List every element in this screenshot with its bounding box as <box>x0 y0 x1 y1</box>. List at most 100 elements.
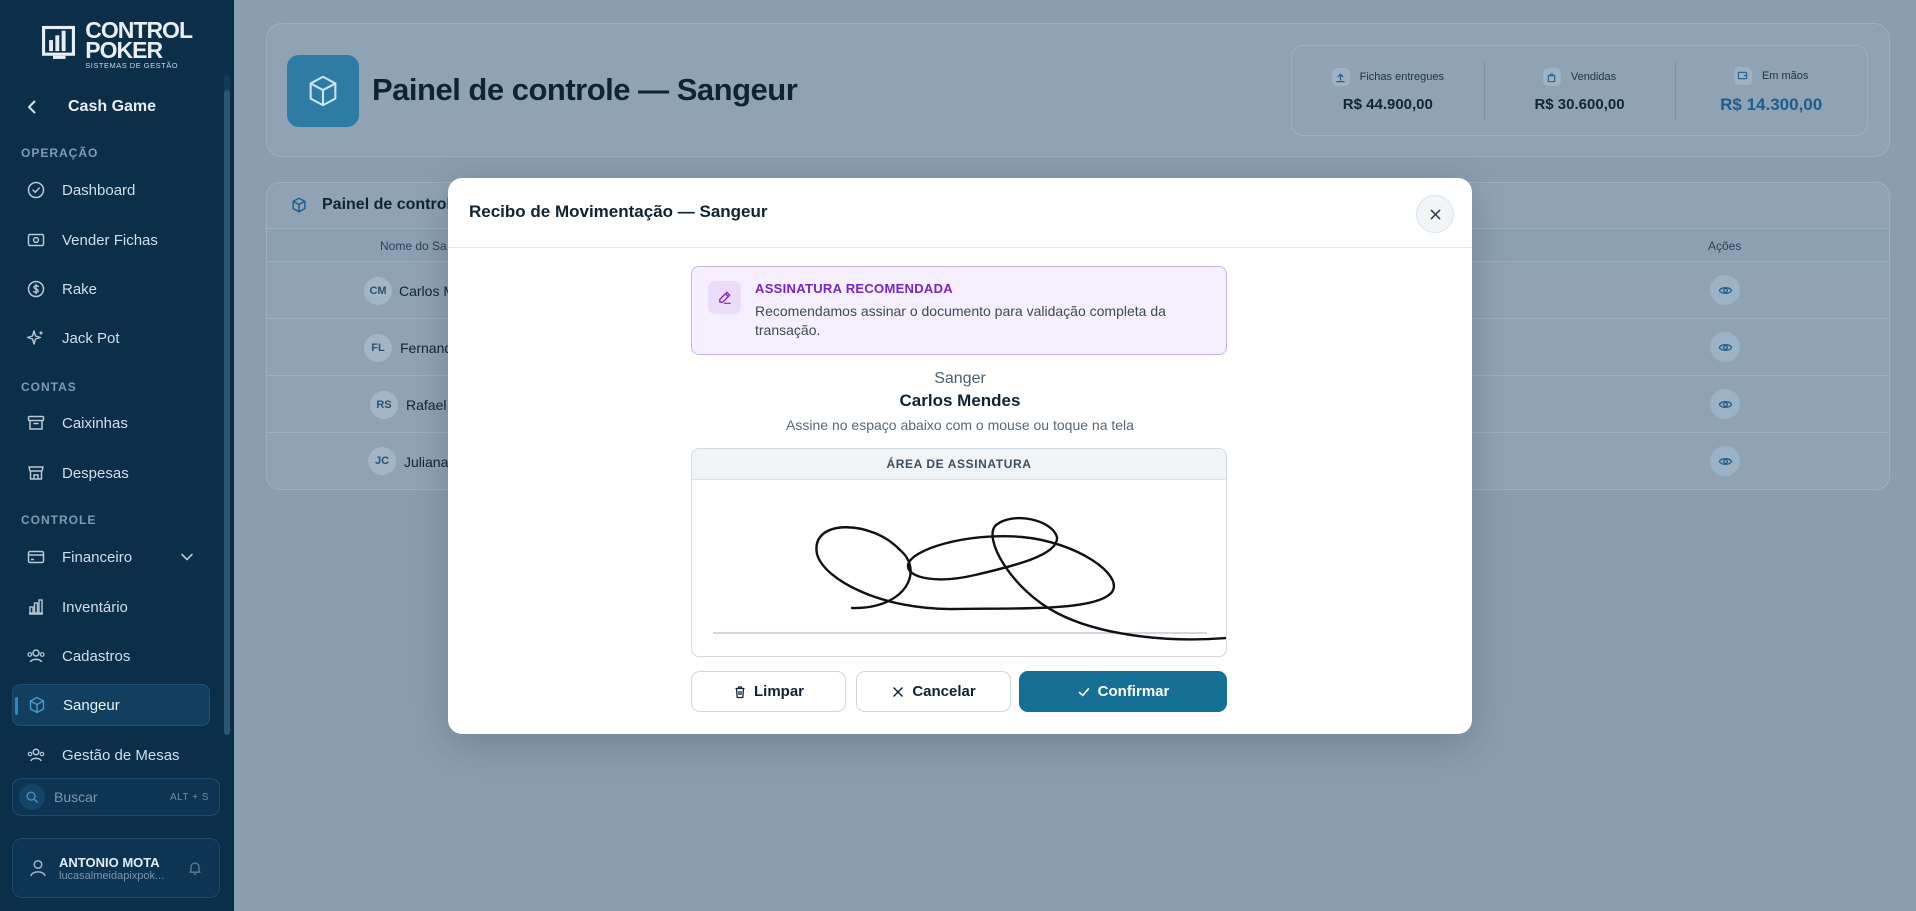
trash-icon <box>735 685 745 698</box>
bell-icon[interactable] <box>187 860 203 876</box>
sidebar-item-label: Cadastros <box>62 647 131 665</box>
section-title: Cash Game <box>68 98 157 115</box>
signer-name: Carlos Mendes <box>899 391 1021 410</box>
sidebar-item-label: Despesas <box>62 464 129 482</box>
signature-area-label: ÁREA DE ASSINATURA <box>692 449 1226 480</box>
sidebar: CONTROL POKER SISTEMAS DE GESTÃO Cash Ga… <box>0 0 234 911</box>
users-group-icon <box>27 748 45 762</box>
row-name: Fernand <box>400 340 453 356</box>
user-icon <box>30 859 46 877</box>
eye-icon <box>1718 400 1732 408</box>
user-email: lucasalmeidapixpok... <box>59 869 165 882</box>
sidebar-item-label: Caixinhas <box>62 414 128 432</box>
sidebar-item-label: Gestão de Mesas <box>62 746 180 764</box>
eye-icon <box>1718 343 1732 351</box>
sidebar-item-financeiro[interactable]: Financeiro <box>12 536 210 578</box>
sidebar-item-cadastros[interactable]: Cadastros <box>12 635 210 677</box>
stat-fichas-entregues: Fichas entregues R$ 44.900,00 <box>1292 46 1484 135</box>
shopping-bag-icon <box>1542 68 1561 86</box>
signature-recommended-alert: ASSINATURA RECOMENDADA Recomendamos assi… <box>691 266 1227 355</box>
view-button[interactable] <box>1709 331 1741 363</box>
page-title: Painel de controle — Sangeur <box>372 72 798 107</box>
sidebar-search[interactable]: Buscar ALT + S <box>12 778 220 816</box>
chevron-down-icon[interactable] <box>178 548 196 566</box>
receipt-modal: Recibo de Movimentação — Sangeur ASSINAT… <box>448 178 1472 734</box>
sidebar-item-jack-pot[interactable]: Jack Pot <box>12 317 210 359</box>
sidebar-item-gestao-de-mesas[interactable]: Gestão de Mesas <box>12 734 210 776</box>
archive-icon <box>27 415 45 430</box>
control-poker-logo[interactable]: CONTROL POKER SISTEMAS DE GESTÃO <box>42 18 193 70</box>
sparkles-icon <box>26 330 44 345</box>
cube-icon <box>292 197 306 213</box>
view-button[interactable] <box>1709 388 1741 420</box>
alert-title: ASSINATURA RECOMENDADA <box>755 281 953 296</box>
stat-label: Vendidas <box>1570 71 1617 83</box>
user-card[interactable]: ANTONIO MOTA lucasalmeidapixpok... <box>12 838 220 898</box>
signature-stroke <box>815 516 1226 641</box>
stat-value: R$ 44.900,00 <box>1342 96 1433 113</box>
close-icon <box>1430 209 1440 219</box>
cancel-button-label: Cancelar <box>912 683 976 700</box>
users-icon <box>27 649 45 663</box>
sidebar-item-label: Financeiro <box>62 548 133 566</box>
sidebar-item-dashboard[interactable]: Dashboard <box>12 169 210 211</box>
page-header-icon <box>287 55 359 127</box>
signature-canvas[interactable] <box>692 480 1227 657</box>
bar-chart-icon <box>29 599 43 615</box>
avatar: FL <box>364 334 392 362</box>
sidebar-item-sangeur[interactable]: Sangeur <box>12 684 210 726</box>
sidebar-item-rake[interactable]: Rake <box>12 268 210 310</box>
view-button[interactable] <box>1709 445 1741 477</box>
stat-value: R$ 30.600,00 <box>1534 96 1625 113</box>
chevron-left-icon <box>28 100 36 114</box>
stat-em-maos: Em mãos R$ 14.300,00 <box>1675 46 1867 135</box>
row-name: Juliana <box>404 454 449 470</box>
eye-icon <box>1718 286 1732 294</box>
section-operacao: OPERAÇÃO <box>21 146 99 160</box>
section-controle: CONTROLE <box>21 513 97 527</box>
clear-button-label: Limpar <box>753 683 804 700</box>
sidebar-item-label: Rake <box>62 280 98 298</box>
sidebar-item-label: Inventário <box>62 598 128 616</box>
signature-area[interactable]: ÁREA DE ASSINATURA <box>691 448 1227 657</box>
clear-button[interactable]: Limpar <box>691 671 846 712</box>
back-to-cash-game[interactable]: Cash Game <box>22 95 156 119</box>
row-name: Carlos M <box>399 283 456 299</box>
sidebar-item-label: Vender Fichas <box>62 231 158 249</box>
wallet-icon <box>27 550 45 564</box>
confirm-button-label: Confirmar <box>1097 683 1170 700</box>
view-button[interactable] <box>1709 274 1741 306</box>
eye-icon <box>1718 457 1732 465</box>
cancel-button[interactable]: Cancelar <box>856 671 1011 712</box>
avatar: CM <box>364 277 392 305</box>
sidebar-item-label: Dashboard <box>62 181 136 199</box>
close-button[interactable] <box>1416 195 1454 233</box>
sidebar-item-vender-fichas[interactable]: Vender Fichas <box>12 219 210 261</box>
logo-tagline: SISTEMAS DE GESTÃO <box>85 60 179 70</box>
sidebar-item-label: Sangeur <box>63 696 120 714</box>
stat-label: Em mãos <box>1761 69 1809 82</box>
avatar: RS <box>370 391 398 419</box>
signature-hint: Assine no espaço abaixo com o mouse ou t… <box>786 417 1134 433</box>
modal-title: Recibo de Movimentação — Sangeur <box>469 202 768 221</box>
sidebar-item-despesas[interactable]: Despesas <box>12 452 210 494</box>
confirm-button[interactable]: Confirmar <box>1019 671 1227 712</box>
store-icon <box>28 466 44 480</box>
modal-header: Recibo de Movimentação — Sangeur <box>448 178 1472 248</box>
search-shortcut: ALT + S <box>170 791 209 803</box>
sidebar-item-caixinhas[interactable]: Caixinhas <box>12 402 210 444</box>
signer-role: Sanger <box>934 370 986 387</box>
dollar-circle-icon <box>27 280 45 298</box>
table-title-text: Painel de controle <box>322 196 460 213</box>
sidebar-item-inventario[interactable]: Inventário <box>12 586 210 628</box>
alert-text: Recomendamos assinar o documento para va… <box>755 303 1166 338</box>
section-contas: CONTAS <box>21 380 77 394</box>
column-header-name[interactable]: Nome do Sa <box>380 239 447 253</box>
sidebar-scrollbar-thumb[interactable] <box>224 90 230 735</box>
stat-vendidas: Vendidas R$ 30.600,00 <box>1483 46 1676 135</box>
pen-icon <box>708 281 741 314</box>
cube-icon <box>309 75 337 107</box>
avatar: JC <box>368 447 396 475</box>
cash-icon <box>27 233 45 247</box>
upload-icon <box>1331 68 1350 86</box>
